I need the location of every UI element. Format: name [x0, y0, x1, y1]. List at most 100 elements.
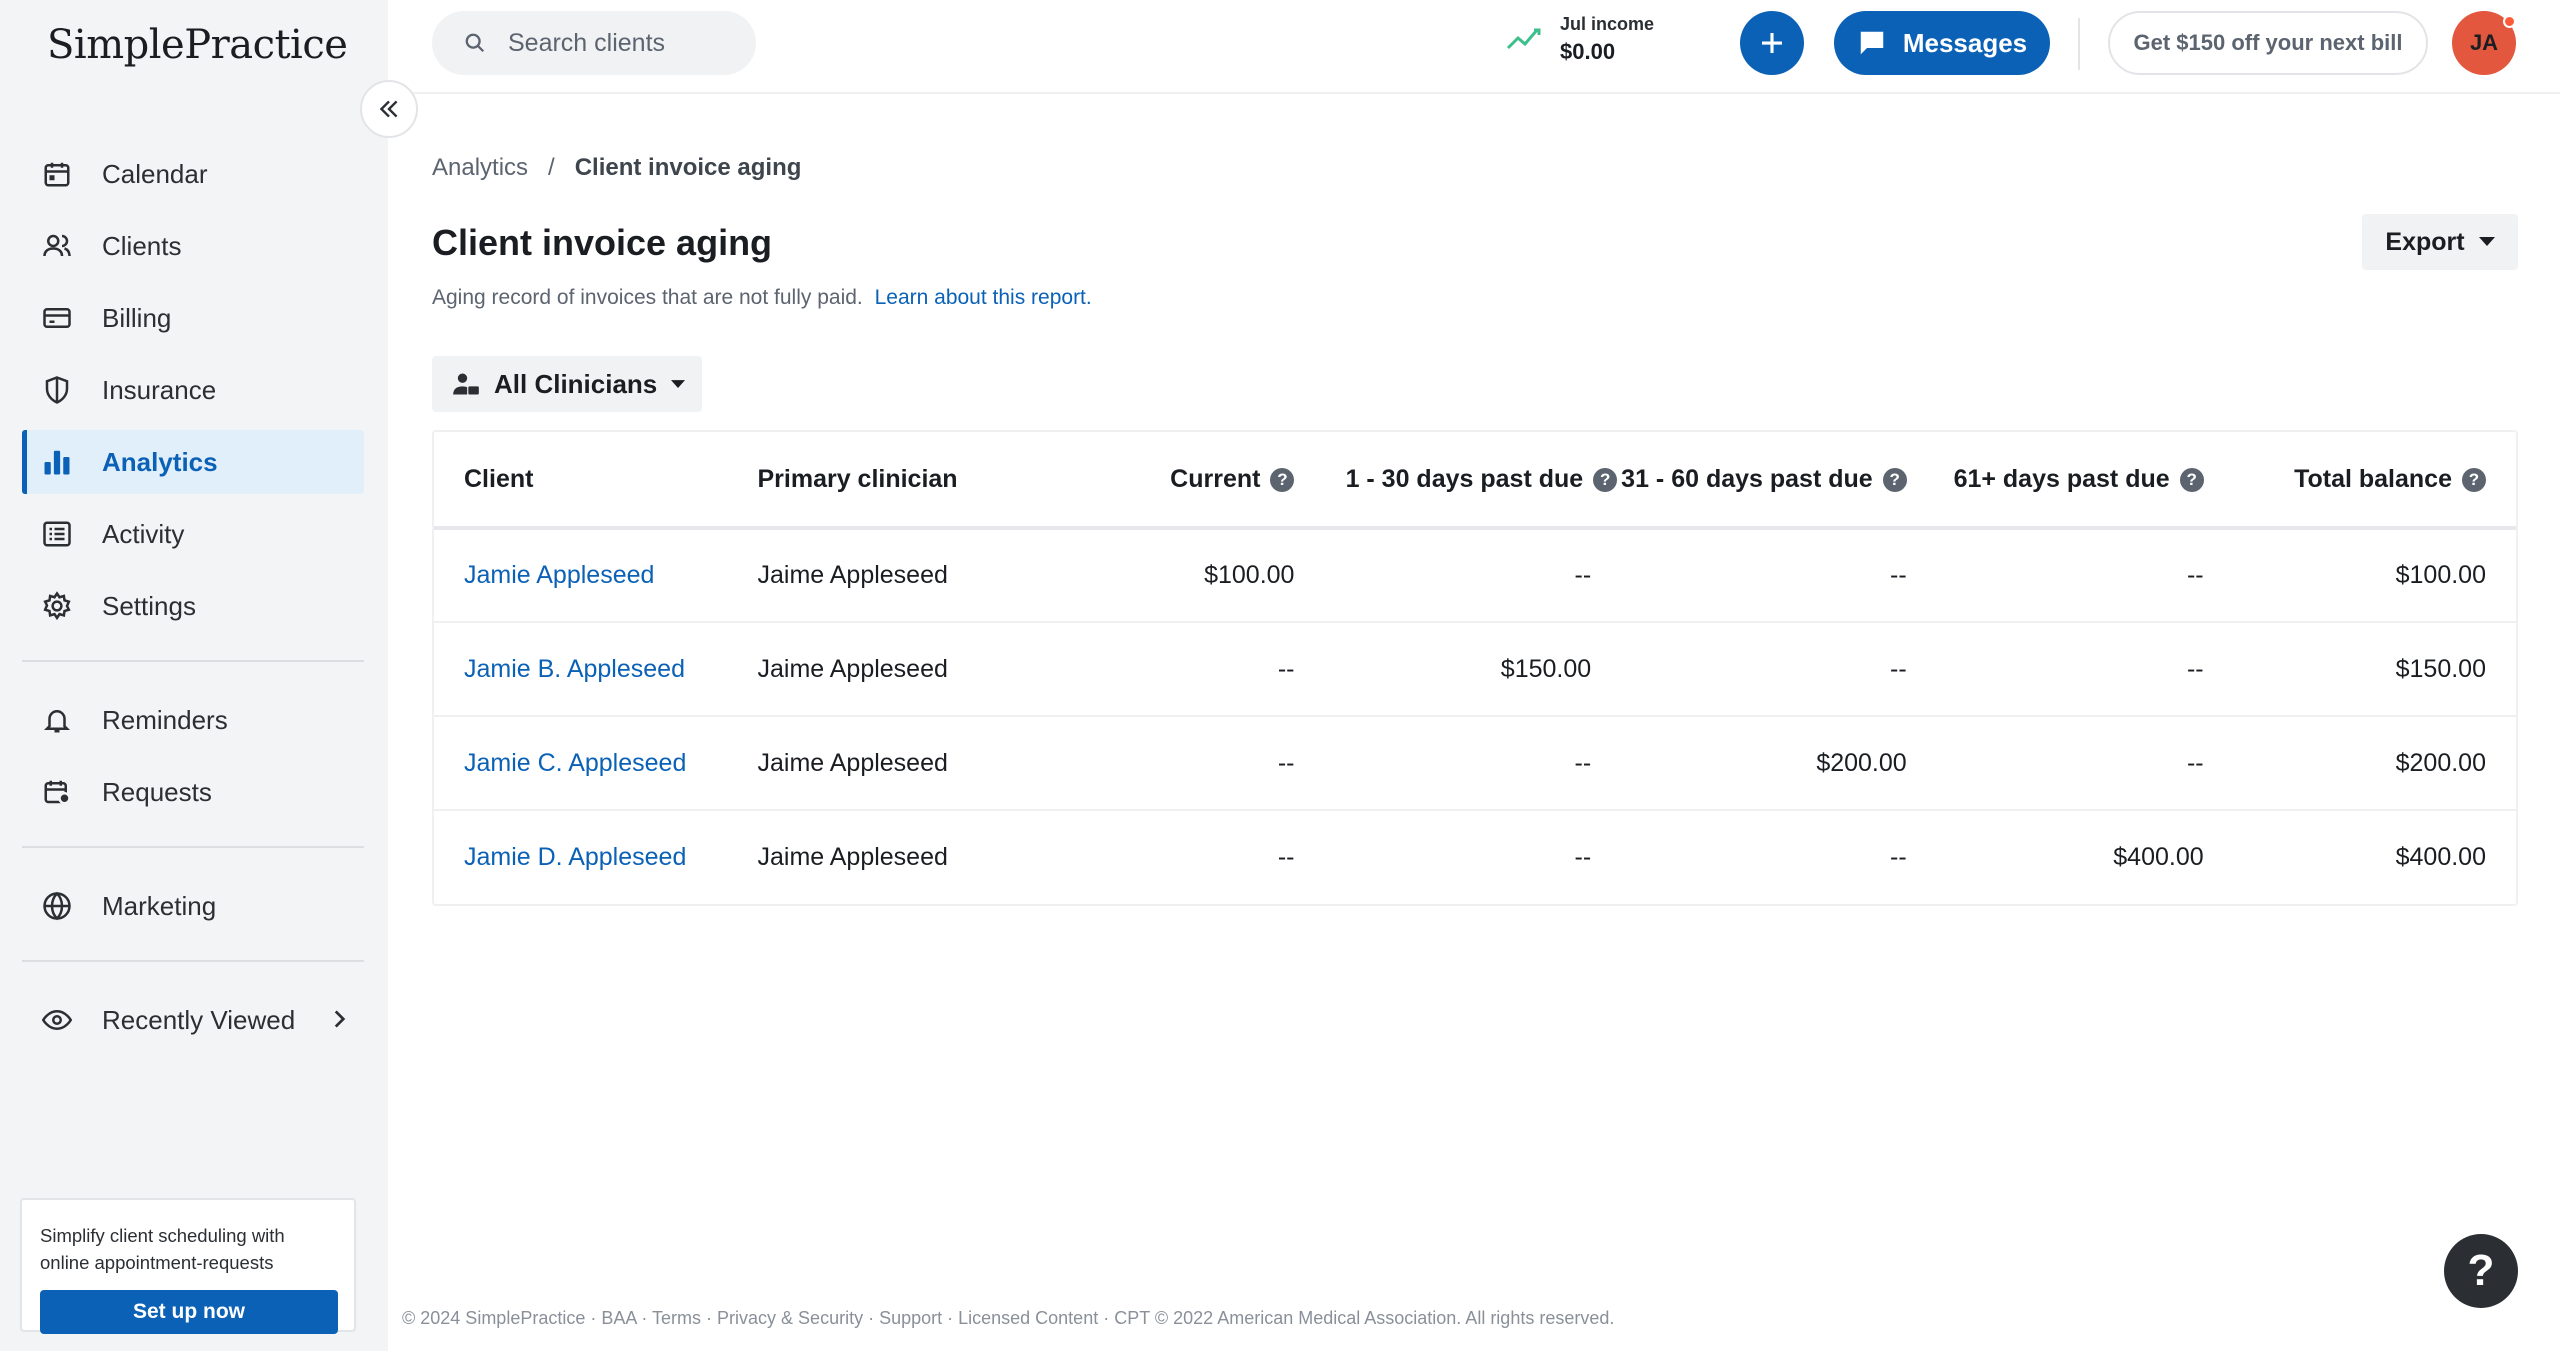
- caret-down-icon: [2478, 237, 2495, 247]
- calendar-request-icon: [40, 775, 74, 809]
- sidebar-item-label: Billing: [102, 302, 172, 333]
- clinician-filter-label: All Clinicians: [494, 368, 658, 399]
- days-1-30-cell: --: [1574, 843, 1592, 871]
- chat-bubble-icon: [1857, 28, 1887, 58]
- sidebar-item-requests[interactable]: Requests: [22, 760, 364, 824]
- shield-icon: [40, 373, 74, 407]
- days-1-30-cell: $150.00: [1324, 622, 1622, 717]
- sidebar-item-label: Activity: [102, 518, 185, 549]
- column-header-61-plus-days: 61+ days past due?: [1936, 432, 2234, 530]
- days-1-30-cell: --: [1324, 716, 1622, 811]
- table-row: Jamie B. Appleseed Jaime Appleseed -- $1…: [434, 622, 2516, 717]
- client-link[interactable]: Jamie B. Appleseed: [434, 622, 728, 717]
- avatar[interactable]: JA: [2452, 11, 2516, 75]
- app-logo[interactable]: SimplePractice: [47, 22, 348, 68]
- sidebar-item-label: Requests: [102, 776, 212, 807]
- table-row: Jamie C. Appleseed Jaime Appleseed -- --…: [434, 716, 2516, 811]
- export-button[interactable]: Export: [2362, 214, 2518, 270]
- sidebar-item-reminders[interactable]: Reminders: [22, 688, 364, 752]
- help-icon[interactable]: ?: [2462, 467, 2486, 492]
- help-button[interactable]: ?: [2444, 1234, 2518, 1308]
- column-header-client: Client: [434, 432, 728, 530]
- column-header-current: Current?: [1051, 432, 1325, 530]
- sidebar-item-label: Analytics: [102, 446, 218, 477]
- footer-legal-links[interactable]: © 2024 SimplePractice · BAA · Terms · Pr…: [402, 1308, 1614, 1329]
- sidebar-item-analytics[interactable]: Analytics: [22, 430, 364, 494]
- subtitle-text: Aging record of invoices that are not fu…: [432, 286, 863, 309]
- sidebar-item-insurance[interactable]: Insurance: [22, 358, 364, 422]
- double-chevron-left-icon: [376, 96, 402, 122]
- bell-icon: [40, 703, 74, 737]
- gear-icon: [40, 589, 74, 623]
- days-61-plus-cell: --: [1936, 716, 2234, 811]
- column-header-total-balance: Total balance?: [2233, 432, 2516, 530]
- collapse-sidebar-button[interactable]: [360, 80, 418, 138]
- sidebar-item-marketing[interactable]: Marketing: [22, 874, 364, 938]
- search-placeholder: Search clients: [508, 28, 666, 57]
- help-icon[interactable]: ?: [1882, 467, 1907, 492]
- total-balance-cell: $150.00: [2233, 622, 2516, 717]
- globe-icon: [40, 889, 74, 923]
- clients-icon: [40, 229, 74, 263]
- top-bar: Search clients Jul income $0.00 Messages…: [388, 0, 2560, 94]
- clinician-filter-dropdown[interactable]: All Clinicians: [432, 356, 702, 412]
- days-61-plus-cell: $400.00: [2113, 843, 2204, 871]
- sidebar-item-label: Clients: [102, 230, 182, 261]
- page-subtitle: Aging record of invoices that are not fu…: [432, 286, 1092, 310]
- export-label: Export: [2385, 227, 2465, 256]
- search-input[interactable]: Search clients: [432, 11, 756, 75]
- plus-icon: [1757, 28, 1787, 58]
- sidebar-item-label: Calendar: [102, 158, 208, 189]
- sidebar-divider: [22, 846, 364, 848]
- eye-icon: [40, 1003, 74, 1037]
- income-widget[interactable]: Jul income $0.00: [1506, 14, 1654, 65]
- notification-dot: [2503, 15, 2516, 28]
- current-cell: --: [1277, 843, 1295, 871]
- caret-down-icon: [671, 379, 686, 389]
- breadcrumb-separator: /: [548, 154, 555, 181]
- topbar-divider: [2078, 18, 2080, 70]
- column-header-31-60-days: 31 - 60 days past due?: [1621, 432, 1937, 530]
- help-icon[interactable]: ?: [1593, 467, 1618, 492]
- income-label: Jul income: [1560, 14, 1655, 34]
- primary-clinician-cell: Jaime Appleseed: [757, 843, 948, 871]
- days-31-60-cell: --: [1890, 843, 1907, 871]
- breadcrumb-analytics-link[interactable]: Analytics: [432, 154, 528, 182]
- table-row: Jamie Appleseed Jaime Appleseed $100.00 …: [434, 528, 2516, 623]
- avatar-initials: JA: [2469, 30, 2499, 55]
- sidebar-item-settings[interactable]: Settings: [22, 574, 364, 638]
- sidebar-item-calendar[interactable]: Calendar: [22, 142, 364, 206]
- client-link[interactable]: Jamie Appleseed: [434, 528, 728, 623]
- trend-up-icon: [1506, 22, 1546, 57]
- sidebar: SimplePractice Calendar Clients Billing: [0, 0, 388, 1351]
- sidebar-item-activity[interactable]: Activity: [22, 502, 364, 566]
- sidebar-item-recently-viewed[interactable]: Recently Viewed: [22, 988, 364, 1052]
- help-icon[interactable]: ?: [1270, 467, 1295, 492]
- create-new-button[interactable]: [1740, 11, 1804, 75]
- column-header-1-30-days: 1 - 30 days past due?: [1324, 432, 1622, 530]
- client-link[interactable]: Jamie D. Appleseed: [434, 810, 727, 904]
- primary-clinician-cell: Jaime Appleseed: [727, 622, 1052, 717]
- sidebar-nav: Calendar Clients Billing Insurance Analy…: [22, 142, 364, 1060]
- sidebar-item-label: Settings: [102, 590, 196, 621]
- client-link[interactable]: Jamie C. Appleseed: [434, 716, 728, 811]
- table-header-row: Client Primary clinician Current? 1 - 30…: [434, 432, 2516, 530]
- income-value: $0.00: [1560, 39, 1616, 64]
- help-icon[interactable]: ?: [2179, 467, 2204, 492]
- total-balance-cell: $100.00: [2233, 528, 2516, 623]
- current-cell: --: [1051, 716, 1325, 811]
- primary-clinician-cell: Jaime Appleseed: [727, 716, 1052, 811]
- billing-card-icon: [40, 301, 74, 335]
- discount-offer-button[interactable]: Get $150 off your next bill: [2108, 11, 2428, 75]
- sidebar-item-billing[interactable]: Billing: [22, 286, 364, 350]
- page-title: Client invoice aging: [432, 222, 773, 263]
- days-1-30-cell: --: [1324, 528, 1622, 623]
- days-61-plus-cell: --: [1936, 528, 2234, 623]
- messages-button[interactable]: Messages: [1834, 11, 2050, 75]
- sidebar-item-clients[interactable]: Clients: [22, 214, 364, 278]
- sidebar-divider: [22, 660, 364, 662]
- primary-clinician-cell: Jaime Appleseed: [727, 528, 1052, 623]
- setup-now-button[interactable]: Set up now: [40, 1290, 338, 1334]
- sidebar-item-label: Reminders: [102, 704, 228, 735]
- learn-more-link[interactable]: Learn about this report.: [875, 286, 1092, 309]
